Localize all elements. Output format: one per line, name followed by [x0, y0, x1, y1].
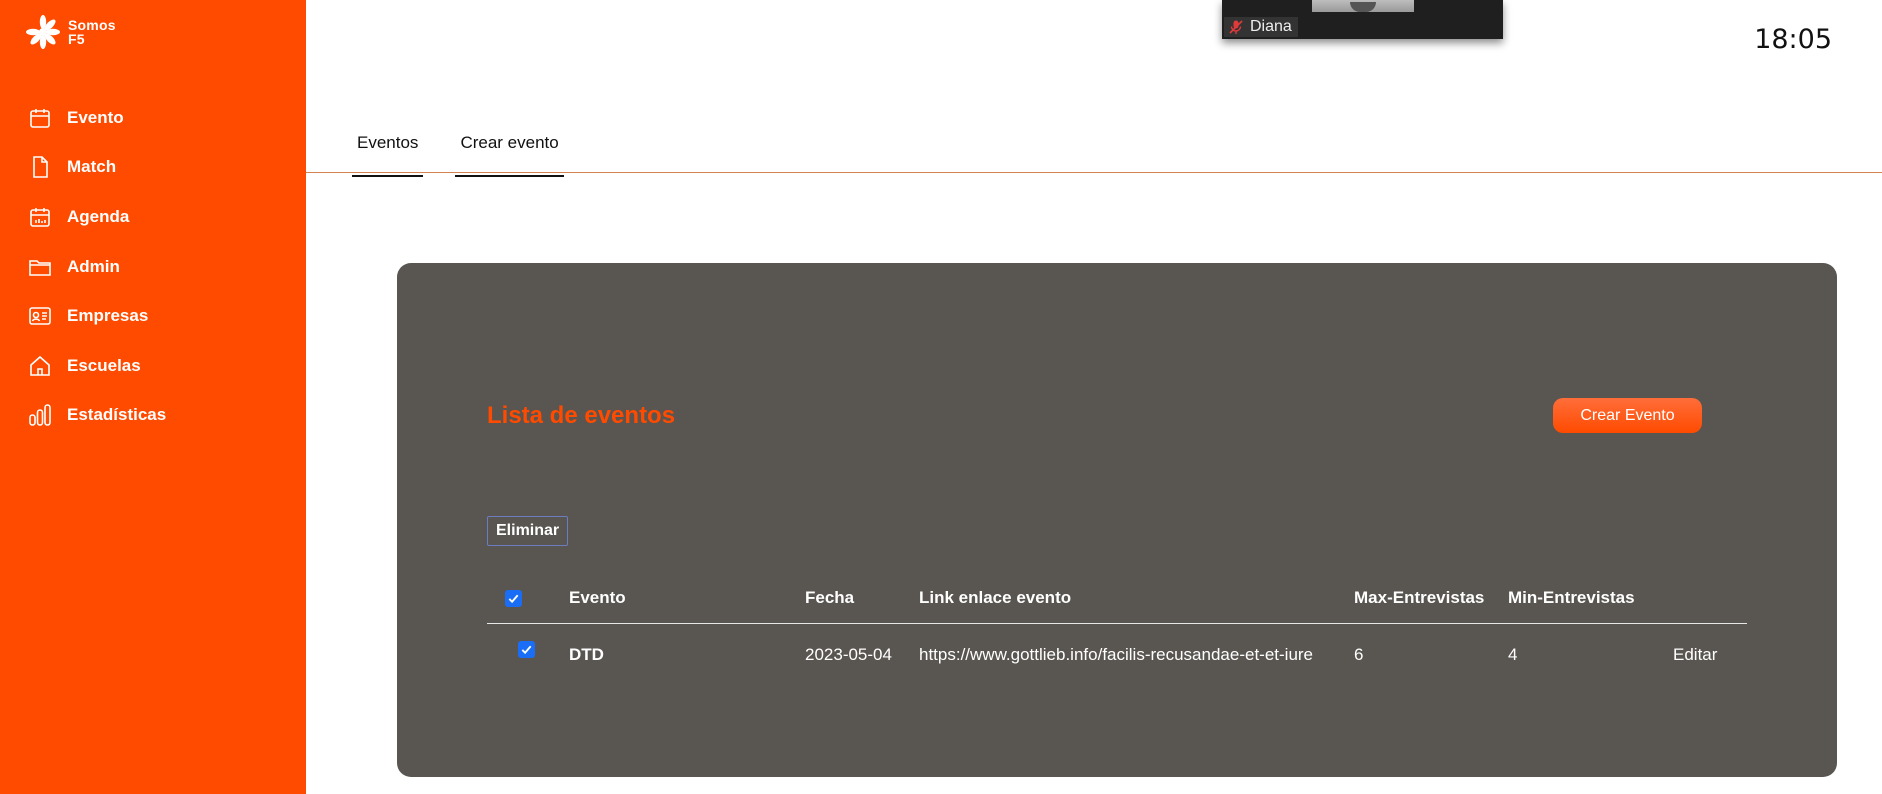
- page-title: Lista de eventos: [487, 402, 676, 429]
- sidebar-item-label: Admin: [67, 256, 120, 276]
- sidebar-item-estadisticas[interactable]: Estadísticas: [0, 391, 306, 441]
- bar-chart-icon: [29, 404, 51, 427]
- checkmark-icon: [521, 645, 532, 654]
- cell-link: https://www.gottlieb.info/facilis-recusa…: [919, 645, 1314, 664]
- sidebar-item-label: Escuelas: [67, 355, 141, 375]
- column-header-max-entrevistas[interactable]: Max-Entrevistas: [1354, 573, 1484, 623]
- sidebar-item-agenda[interactable]: Agenda: [0, 192, 306, 242]
- column-header-evento[interactable]: Evento: [569, 573, 626, 623]
- tab-bar: Eventos Crear evento: [352, 130, 596, 177]
- participant-name: Diana: [1250, 18, 1292, 35]
- participant-video: [1312, 0, 1414, 12]
- video-call-tile[interactable]: Diana: [1222, 0, 1503, 39]
- edit-link[interactable]: Editar: [1673, 624, 1717, 686]
- cell-fecha: 2023-05-04: [805, 645, 892, 664]
- select-all-checkbox[interactable]: [505, 589, 522, 607]
- calendar-icon: [30, 108, 50, 128]
- sidebar-item-empresas[interactable]: Empresas: [0, 291, 306, 341]
- table-header: Evento Fecha Link enlace evento Max-Entr…: [487, 573, 1747, 624]
- brand-name: Somos F5: [68, 17, 116, 47]
- table-row[interactable]: DTD 2023-05-04 https://www.gottlieb.info…: [487, 624, 1747, 674]
- document-icon: [33, 156, 48, 179]
- cell-evento: DTD: [569, 645, 604, 664]
- events-table: Evento Fecha Link enlace evento Max-Entr…: [487, 573, 1747, 674]
- brand-logo[interactable]: Somos F5: [26, 14, 116, 50]
- row-checkbox[interactable]: [518, 640, 535, 658]
- column-header-fecha[interactable]: Fecha: [805, 573, 854, 623]
- sidebar-item-label: Evento: [67, 107, 124, 127]
- events-card: Lista de eventos Crear Evento Eliminar E…: [397, 263, 1837, 777]
- flower-logo-icon: [26, 15, 60, 49]
- checkmark-icon: [508, 594, 519, 603]
- cell-min-entrevistas: 4: [1508, 645, 1518, 664]
- column-header-min-entrevistas[interactable]: Min-Entrevistas: [1508, 573, 1635, 623]
- row-checkbox-cell: [518, 618, 535, 680]
- participant-label: Diana: [1224, 17, 1298, 37]
- id-card-icon: [29, 307, 51, 325]
- sidebar: Somos F5 Evento Match Agenda Admin Empre…: [0, 0, 306, 794]
- delete-button[interactable]: Eliminar: [487, 516, 569, 546]
- select-all-checkbox-cell: [505, 573, 522, 623]
- tab-eventos[interactable]: Eventos: [352, 130, 424, 177]
- cell-max-entrevistas: 6: [1354, 645, 1364, 664]
- clock: 18:05: [1754, 24, 1832, 55]
- sidebar-item-label: Estadísticas: [67, 405, 167, 425]
- sidebar-item-escuelas[interactable]: Escuelas: [0, 341, 306, 391]
- sidebar-item-admin[interactable]: Admin: [0, 242, 306, 292]
- sidebar-item-label: Agenda: [67, 206, 130, 226]
- mic-muted-icon: [1229, 20, 1243, 34]
- sidebar-item-evento[interactable]: Evento: [0, 93, 306, 143]
- sidebar-item-label: Empresas: [67, 306, 149, 326]
- home-icon: [30, 355, 50, 376]
- tab-divider: [306, 172, 1882, 173]
- sidebar-item-match[interactable]: Match: [0, 143, 306, 193]
- create-event-button[interactable]: Crear Evento: [1553, 398, 1702, 433]
- sidebar-item-label: Match: [67, 157, 117, 177]
- agenda-icon: [30, 207, 50, 227]
- column-header-link[interactable]: Link enlace evento: [919, 573, 1071, 623]
- tab-crear-evento[interactable]: Crear evento: [455, 130, 564, 177]
- folder-icon: [29, 259, 51, 276]
- sidebar-nav: Evento Match Agenda Admin Empresas Escue…: [0, 93, 306, 440]
